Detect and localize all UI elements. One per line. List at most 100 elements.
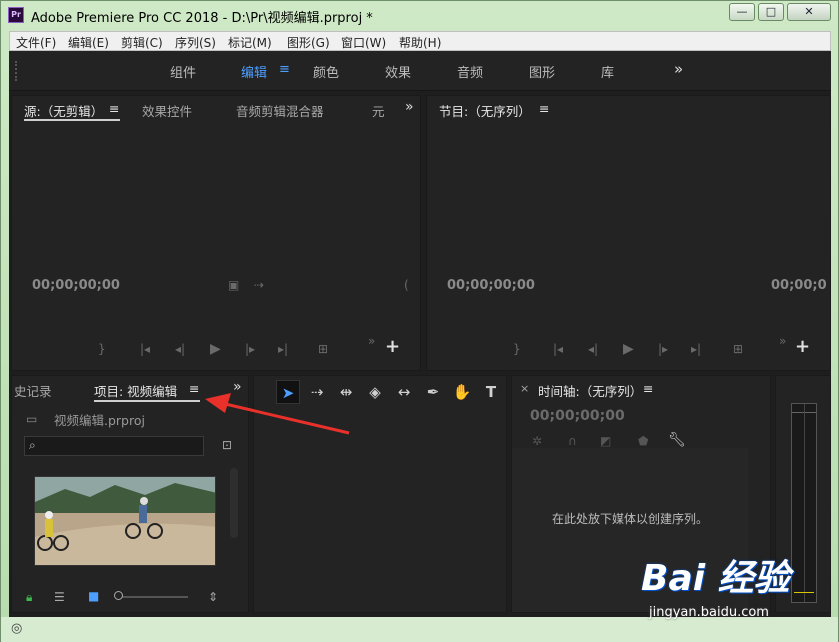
workspace-menu-icon[interactable]: ≡ xyxy=(279,62,290,77)
menu-window[interactable]: 窗口(W) xyxy=(341,34,386,51)
window-title: Adobe Premiere Pro CC 2018 - D:\Pr\视频编辑.… xyxy=(31,11,373,26)
razor-tool-icon[interactable]: ◈ xyxy=(363,380,387,404)
application-window: Pr Adobe Premiere Pro CC 2018 - D:\Pr\视频… xyxy=(0,0,839,642)
project-scrollbar[interactable] xyxy=(230,468,238,538)
workspace-tab-assembly[interactable]: 组件 xyxy=(170,62,196,81)
active-tab-indicator xyxy=(24,119,120,121)
timeline-close-icon[interactable]: × xyxy=(520,382,529,395)
timeline-panel-menu-icon[interactable]: ≡ xyxy=(643,381,653,396)
workspace-tab-effects[interactable]: 效果 xyxy=(385,62,411,81)
search-icon: ⌕ xyxy=(29,438,36,452)
premiere-workspace: 组件 编辑 ≡ 颜色 效果 音频 图形 库 » 源:（无剪辑） ≡ 效果控件 音… xyxy=(9,51,831,617)
program-go-to-out-icon[interactable]: ▸| xyxy=(691,342,701,356)
source-settings-icon[interactable]: ▣ xyxy=(228,278,239,292)
program-timecode[interactable]: 00;00;00;00 xyxy=(447,278,535,293)
project-active-tab-indicator xyxy=(94,400,200,402)
program-panel-tabs: 节目:（无序列） ≡ xyxy=(427,96,830,120)
insert-icon[interactable]: ⊞ xyxy=(318,342,328,356)
program-duration: 00;00;0 xyxy=(771,278,827,293)
program-mark-in-icon[interactable]: } xyxy=(513,342,521,356)
program-step-back-icon[interactable]: ◂| xyxy=(588,342,598,356)
mark-in-icon[interactable]: } xyxy=(98,342,106,356)
project-folder-icon: ▭ xyxy=(26,412,38,426)
icon-view-icon[interactable]: ■ xyxy=(88,589,99,603)
menu-graphics[interactable]: 图形(G) xyxy=(287,34,330,51)
go-to-out-icon[interactable]: ▸| xyxy=(278,342,288,356)
timeline-settings-icon[interactable]: 🔧︎ xyxy=(668,432,686,448)
workspace-tab-audio[interactable]: 音频 xyxy=(457,62,483,81)
program-step-forward-icon[interactable]: |▸ xyxy=(658,342,668,356)
watermark-url: jingyan.baidu.com xyxy=(649,605,769,620)
zoom-slider[interactable] xyxy=(116,596,188,598)
menu-marker[interactable]: 标记(M) xyxy=(228,34,272,51)
title-bar: Pr Adobe Premiere Pro CC 2018 - D:\Pr\视频… xyxy=(1,1,838,29)
snap-icon[interactable]: ∩ xyxy=(568,434,577,448)
status-icon: ◎ xyxy=(11,621,23,636)
go-to-in-icon[interactable]: |◂ xyxy=(140,342,150,356)
minimize-button[interactable]: — xyxy=(729,3,755,21)
step-forward-icon[interactable]: |▸ xyxy=(245,342,255,356)
program-panel-menu-icon[interactable]: ≡ xyxy=(539,101,549,116)
source-panel-menu-icon[interactable]: ≡ xyxy=(109,101,119,116)
menu-file[interactable]: 文件(F) xyxy=(16,34,56,51)
timeline-panel-tabs: × 时间轴:（无序列） ≡ xyxy=(512,376,770,400)
menu-clip[interactable]: 剪辑(C) xyxy=(121,34,163,51)
program-lift-icon[interactable]: ⊞ xyxy=(733,342,743,356)
list-view-icon[interactable]: ☰ xyxy=(54,590,65,604)
clip-thumbnail[interactable] xyxy=(34,476,216,566)
lock-icon[interactable]: 🔒︎ xyxy=(26,590,32,605)
workspace-tab-color[interactable]: 颜色 xyxy=(313,62,339,81)
tab-program[interactable]: 节目:（无序列） xyxy=(439,101,531,120)
bike-clip-image xyxy=(35,477,215,565)
slip-tool-icon[interactable]: ↔ xyxy=(392,380,416,404)
add-marker-icon[interactable]: ⬟ xyxy=(638,434,648,448)
program-monitor-panel: 节目:（无序列） ≡ 00;00;00;00 00;00;0 } |◂ ◂| ▶… xyxy=(426,95,831,371)
tab-source[interactable]: 源:（无剪辑） xyxy=(24,101,103,120)
drop-media-message: 在此处放下媒体以创建序列。 xyxy=(552,512,709,526)
project-search-input[interactable]: ⌕ xyxy=(24,436,204,456)
red-arrow-annotation xyxy=(205,393,350,435)
workspace-tab-editing[interactable]: 编辑 xyxy=(241,62,267,81)
button-editor-icon[interactable]: + xyxy=(385,336,400,357)
tab-metadata[interactable]: 元 xyxy=(372,101,385,120)
pen-tool-icon[interactable]: ✒ xyxy=(421,380,445,404)
baidu-jingyan-watermark: Bai 经验 jingyan.baidu.com xyxy=(641,549,831,629)
program-play-icon[interactable]: ▶ xyxy=(623,341,634,357)
zoom-slider-handle[interactable] xyxy=(114,591,123,600)
timeline-timecode[interactable]: 00;00;00;00 xyxy=(530,408,625,424)
tab-timeline[interactable]: 时间轴:（无序列） xyxy=(538,381,642,400)
drag-grip-icon[interactable] xyxy=(15,61,17,81)
menu-help[interactable]: 帮助(H) xyxy=(399,34,441,51)
source-timecode[interactable]: 00;00;00;00 xyxy=(32,278,120,293)
tab-history[interactable]: 史记录 xyxy=(14,381,52,400)
sort-icon[interactable]: ⇕ xyxy=(208,590,218,604)
more-controls-icon[interactable]: » xyxy=(368,334,375,348)
project-file-name: 视频编辑.prproj xyxy=(54,413,145,428)
workspace-bar: 组件 编辑 ≡ 颜色 效果 音频 图形 库 » xyxy=(9,51,831,91)
tab-effect-controls[interactable]: 效果控件 xyxy=(142,101,192,120)
source-overflow-icon[interactable]: » xyxy=(405,99,414,115)
maximize-button[interactable]: □ xyxy=(758,3,784,21)
workspace-tab-graphics[interactable]: 图形 xyxy=(529,62,555,81)
close-button[interactable]: ✕ xyxy=(787,3,831,21)
new-search-bin-icon[interactable]: ⊡ xyxy=(222,438,232,452)
nest-icon[interactable]: ✲ xyxy=(532,434,542,448)
program-button-editor-icon[interactable]: + xyxy=(795,336,810,357)
menu-bar: 文件(F) 编辑(E) 剪辑(C) 序列(S) 标记(M) 图形(G) 窗口(W… xyxy=(9,31,831,51)
type-tool-icon[interactable]: T xyxy=(479,380,503,404)
workspace-overflow-icon[interactable]: » xyxy=(674,60,683,78)
menu-sequence[interactable]: 序列(S) xyxy=(175,34,216,51)
linked-selection-icon[interactable]: ◩ xyxy=(600,434,611,448)
program-more-icon[interactable]: » xyxy=(779,334,786,348)
source-monitor-panel: 源:（无剪辑） ≡ 效果控件 音频剪辑混合器 元 » 00;00;00;00 ▣… xyxy=(11,95,421,371)
tab-audio-clip-mixer[interactable]: 音频剪辑混合器 xyxy=(236,101,324,120)
play-icon[interactable]: ▶ xyxy=(210,341,221,357)
workspace-tab-libraries[interactable]: 库 xyxy=(601,62,614,81)
hand-tool-icon[interactable]: ✋ xyxy=(450,380,474,404)
step-back-icon[interactable]: ◂| xyxy=(175,342,185,356)
tab-project[interactable]: 项目: 视频编辑 xyxy=(94,381,177,400)
source-fit-icon[interactable]: ⇢ xyxy=(254,278,264,292)
source-panel-tabs: 源:（无剪辑） ≡ 效果控件 音频剪辑混合器 元 » xyxy=(12,96,420,121)
program-go-to-in-icon[interactable]: |◂ xyxy=(553,342,563,356)
menu-edit[interactable]: 编辑(E) xyxy=(68,34,109,51)
